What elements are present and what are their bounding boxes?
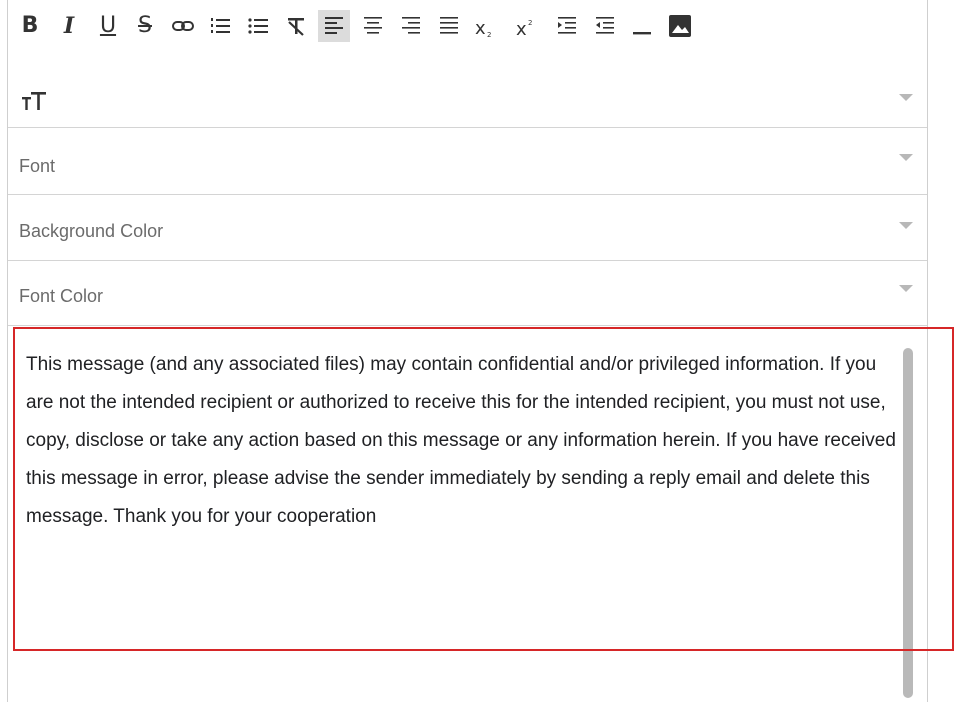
- align-justify-icon: [440, 17, 458, 34]
- superscript-icon: x 2: [516, 19, 532, 38]
- font-size-select[interactable]: [8, 76, 927, 128]
- image-icon: [669, 15, 691, 37]
- bold-button[interactable]: B: [14, 10, 46, 42]
- image-button[interactable]: [664, 10, 696, 42]
- svg-text:2: 2: [487, 31, 491, 38]
- chevron-down-icon: [899, 222, 913, 229]
- link-icon: [172, 21, 194, 31]
- text-size-icon: [22, 92, 46, 110]
- chevron-down-icon: [899, 285, 913, 292]
- toolbar-row: B I U S x 2 x 2: [8, 6, 927, 48]
- outdent-icon: [596, 17, 614, 34]
- indent-icon: [558, 17, 576, 34]
- clear-format-button[interactable]: [280, 10, 312, 42]
- align-center-icon: [364, 17, 382, 34]
- svg-text:2: 2: [528, 19, 532, 27]
- font-color-select[interactable]: Font Color: [8, 261, 927, 326]
- svg-text:x: x: [475, 18, 486, 38]
- align-right-icon: [402, 17, 420, 34]
- strikethrough-button[interactable]: S: [129, 10, 161, 42]
- svg-text:x: x: [516, 19, 527, 38]
- italic-button[interactable]: I: [53, 10, 85, 42]
- chevron-down-icon: [899, 94, 913, 101]
- font-select[interactable]: Font: [8, 129, 927, 195]
- superscript-button[interactable]: x 2: [511, 10, 543, 42]
- horizontal-rule-button[interactable]: [626, 10, 658, 42]
- chevron-down-icon: [899, 154, 913, 161]
- background-color-select-label: Background Color: [19, 221, 164, 241]
- horizontal-rule-icon: [633, 32, 651, 35]
- link-button[interactable]: [167, 10, 199, 42]
- scrollbar[interactable]: [903, 348, 913, 698]
- align-left-button[interactable]: [318, 10, 350, 42]
- font-select-label: Font: [19, 156, 56, 176]
- align-center-button[interactable]: [357, 10, 389, 42]
- ordered-list-button[interactable]: [204, 10, 236, 42]
- bullet-list-icon: [248, 18, 268, 34]
- underline-icon: U: [99, 13, 117, 38]
- align-left-icon: [325, 17, 343, 34]
- bold-icon: B: [21, 13, 39, 38]
- disclaimer-text[interactable]: This message (and any associated files) …: [26, 346, 896, 536]
- font-color-select-label: Font Color: [19, 286, 104, 306]
- bullet-list-button[interactable]: [242, 10, 274, 42]
- editor-content-area[interactable]: This message (and any associated files) …: [8, 326, 927, 702]
- italic-icon: I: [63, 13, 75, 39]
- subscript-button[interactable]: x 2: [470, 10, 502, 42]
- ordered-list-icon: [211, 18, 230, 33]
- clear-format-icon: [288, 18, 304, 36]
- outdent-button[interactable]: [589, 10, 621, 42]
- strikethrough-icon: S: [138, 13, 152, 38]
- rich-text-editor: B I U S x 2 x 2 Font Background Color Fo…: [7, 0, 928, 702]
- align-right-button[interactable]: [395, 10, 427, 42]
- subscript-icon: x 2: [475, 18, 491, 38]
- align-justify-button[interactable]: [433, 10, 465, 42]
- underline-button[interactable]: U: [92, 10, 124, 42]
- editor-toolbar: B I U S x 2 x 2: [8, 0, 927, 128]
- background-color-select[interactable]: Background Color: [8, 195, 927, 261]
- indent-button[interactable]: [551, 10, 583, 42]
